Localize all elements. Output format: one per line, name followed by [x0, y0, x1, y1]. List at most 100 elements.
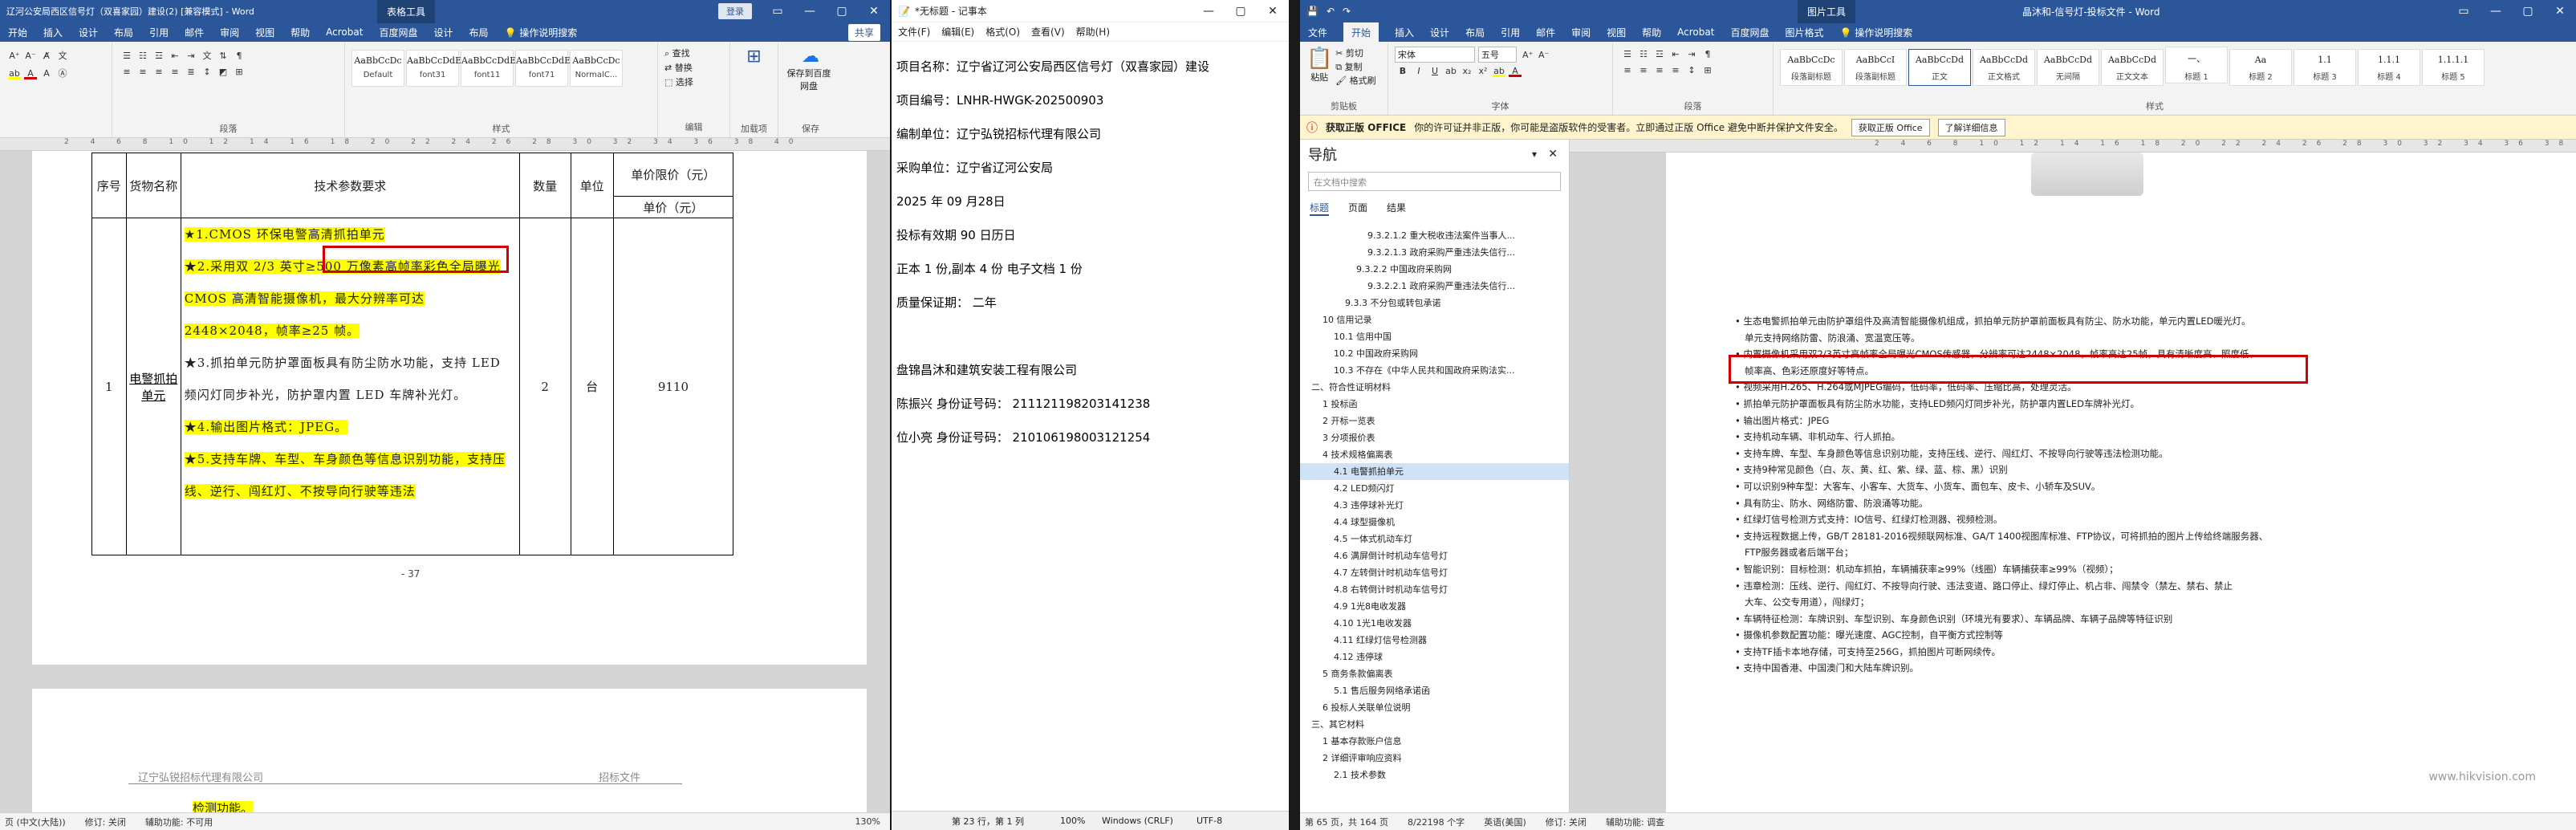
- rtab-view[interactable]: 视图: [1607, 26, 1626, 39]
- nav-heading-item[interactable]: 1 基本存款账户信息: [1300, 733, 1569, 750]
- nav-heading-item[interactable]: 2 开标一览表: [1300, 413, 1569, 429]
- nav-search-input[interactable]: 在文档中搜索: [1308, 172, 1561, 191]
- minimize-button[interactable]: —: [794, 5, 826, 18]
- nav-heading-item[interactable]: 9.3.2.1.3 政府采购严重违法失信行...: [1300, 244, 1569, 261]
- grow-font-icon[interactable]: A⁺: [1522, 50, 1534, 61]
- right-maximize-button[interactable]: ▢: [2512, 5, 2544, 18]
- multilevel-icon[interactable]: ☲: [1653, 49, 1666, 60]
- rtab-help[interactable]: 帮助: [1642, 26, 1661, 39]
- shrink-font-icon[interactable]: A⁻: [1538, 50, 1550, 61]
- nav-heading-item[interactable]: 10 信用记录: [1300, 311, 1569, 328]
- clear-format-icon[interactable]: A̸: [40, 51, 53, 62]
- shrink-font-icon[interactable]: A⁻: [24, 51, 37, 62]
- nav-heading-item[interactable]: 4.10 1光1电收发器: [1300, 615, 1569, 632]
- page-info[interactable]: 页 (中文(大陆)): [5, 816, 66, 828]
- tab-home[interactable]: 开始: [8, 26, 27, 39]
- bullets-icon[interactable]: ☰: [120, 51, 133, 62]
- undo-icon[interactable]: ↶: [1327, 6, 1335, 17]
- tab-table-design[interactable]: 设计: [433, 26, 453, 39]
- spec-table[interactable]: 序号 货物名称 技术参数要求 数量 单位 单价限价（元） 单价（元） 1 电警抓…: [91, 153, 734, 555]
- tab-baidu[interactable]: 百度网盘: [379, 26, 417, 39]
- maximize-button[interactable]: ▢: [826, 5, 858, 18]
- right-accessibility-status[interactable]: 辅助功能: 调查: [1606, 816, 1664, 828]
- notepad-maximize-button[interactable]: ▢: [1225, 5, 1257, 18]
- style-default[interactable]: AaBbCcDc Default: [351, 50, 404, 87]
- line-spacing-icon[interactable]: ↕: [201, 67, 213, 78]
- nav-tab-pages[interactable]: 页面: [1348, 201, 1367, 216]
- get-genuine-button[interactable]: 获取正版 Office: [1851, 118, 1930, 136]
- nav-heading-item[interactable]: 9.3.2.2 中国政府采购网: [1300, 261, 1569, 278]
- subscript-icon[interactable]: x₂: [1461, 66, 1473, 77]
- decrease-indent-icon[interactable]: ⇤: [1669, 49, 1682, 60]
- nav-close-icon[interactable]: ✕: [1548, 148, 1558, 161]
- center-icon[interactable]: ≡: [136, 67, 149, 78]
- font-size-select[interactable]: 五号: [1477, 47, 1517, 63]
- tab-table-layout[interactable]: 布局: [469, 26, 488, 39]
- rtab-review[interactable]: 审阅: [1571, 26, 1591, 39]
- paste-button[interactable]: 📋 粘贴: [1306, 47, 1332, 83]
- tab-insert[interactable]: 插入: [43, 26, 63, 39]
- shading-icon[interactable]: ◩: [217, 67, 230, 78]
- language-status[interactable]: 英语(美国): [1484, 816, 1526, 828]
- nav-heading-item[interactable]: 4.9 1光8电收发器: [1300, 598, 1569, 615]
- italic-icon[interactable]: I: [1412, 66, 1425, 77]
- rtab-mailings[interactable]: 邮件: [1536, 26, 1555, 39]
- sort-icon[interactable]: ⇅: [217, 51, 230, 62]
- nav-heading-item[interactable]: 4.4 球型摄像机: [1300, 514, 1569, 531]
- page-count[interactable]: 第 65 页，共 164 页: [1305, 816, 1388, 828]
- nav-heading-item[interactable]: 4.11 红绿灯信号检测器: [1300, 632, 1569, 649]
- tab-view[interactable]: 视图: [255, 26, 274, 39]
- style-gallery-item[interactable]: AaBbCcDd 正文格式: [1973, 49, 2035, 86]
- learn-more-button[interactable]: 了解详细信息: [1937, 118, 2005, 136]
- multilevel-icon[interactable]: ☲: [152, 51, 165, 62]
- notepad-minimize-button[interactable]: —: [1193, 5, 1225, 18]
- document-page-2[interactable]: 辽宁弘锐招标代理有限公司 招标文件 检测功能。: [32, 689, 867, 825]
- right-revision-status[interactable]: 修订: 关闭: [1546, 816, 1587, 828]
- accessibility-status[interactable]: 辅助功能: 不可用: [145, 816, 213, 828]
- nav-heading-item[interactable]: 9.3.3 不分包或转包承诺: [1300, 295, 1569, 311]
- style-gallery-item[interactable]: AaBbCcDd 无间隔: [2037, 49, 2099, 86]
- highlight-icon[interactable]: ab: [1493, 66, 1505, 77]
- tab-review[interactable]: 审阅: [220, 26, 239, 39]
- nav-heading-item[interactable]: 4.8 右转倒计时机动车信号灯: [1300, 581, 1569, 598]
- style-font11[interactable]: AaBbCcDdE font11: [461, 50, 516, 87]
- redo-icon[interactable]: ↷: [1343, 6, 1351, 17]
- nav-heading-item[interactable]: 三、其它材料: [1300, 716, 1569, 733]
- cut-button[interactable]: ✂ 剪切: [1335, 47, 1375, 60]
- style-gallery-item[interactable]: 1.1 标题 3: [2294, 49, 2356, 86]
- notepad-close-button[interactable]: ✕: [1257, 5, 1289, 18]
- line-spacing-icon[interactable]: ↕: [1685, 65, 1698, 76]
- right-document-area[interactable]: 2 4 6 8 10 12 14 16 18 20 22 24 26 28 30…: [1570, 140, 2576, 812]
- nav-heading-item[interactable]: 二、符合性证明材料: [1300, 379, 1569, 396]
- save-baidu-label[interactable]: 保存到百度网盘: [785, 67, 833, 92]
- nav-heading-item[interactable]: 10.3 不存在《中华人民共和国政府采购法实...: [1300, 362, 1569, 379]
- nav-heading-item[interactable]: 2 详细评审响应资料: [1300, 750, 1569, 767]
- justify-icon[interactable]: ≡: [169, 67, 181, 78]
- font-name-select[interactable]: 宋体: [1395, 47, 1475, 63]
- rtab-home[interactable]: 开始: [1343, 22, 1379, 43]
- notepad-text-area[interactable]: 项目名称：辽宁省辽河公安局西区信号灯（双喜家园）建设 项目编号：LNHR-HWGK…: [892, 42, 1289, 462]
- right-close-button[interactable]: ✕: [2544, 5, 2576, 18]
- style-gallery-item[interactable]: AaBbCcDc 段落副标题: [1780, 49, 1843, 86]
- underline-icon[interactable]: U: [1428, 66, 1441, 77]
- nav-heading-item[interactable]: 10.2 中国政府采购网: [1300, 345, 1569, 362]
- tab-mailings[interactable]: 邮件: [185, 26, 204, 39]
- nav-heading-item[interactable]: 4.7 左转倒计时机动车信号灯: [1300, 564, 1569, 581]
- tab-layout[interactable]: 布局: [114, 26, 133, 39]
- justify-icon[interactable]: ≡: [1669, 65, 1682, 76]
- rtab-design[interactable]: 设计: [1430, 26, 1449, 39]
- style-normalc[interactable]: AaBbCcDc NormalC...: [570, 50, 623, 87]
- menu-file[interactable]: 文件(F): [898, 25, 930, 39]
- tell-me-search[interactable]: 💡 操作说明搜索: [504, 26, 577, 39]
- rtab-layout[interactable]: 布局: [1465, 26, 1485, 39]
- nav-options-icon[interactable]: ▾: [1532, 149, 1537, 160]
- camera-image[interactable]: [2031, 153, 2143, 196]
- phonetic-icon[interactable]: 文: [56, 49, 69, 61]
- login-button[interactable]: 登录: [718, 3, 752, 19]
- right-horizontal-ruler[interactable]: 2 4 6 8 10 12 14 16 18 20 22 24 26 28 30…: [1570, 140, 2576, 153]
- menu-edit[interactable]: 编辑(E): [941, 25, 974, 39]
- numbering-icon[interactable]: ☷: [1637, 49, 1650, 60]
- nav-heading-item[interactable]: 10.1 信用中国: [1300, 328, 1569, 345]
- nav-tab-headings[interactable]: 标题: [1310, 201, 1330, 216]
- show-marks-icon[interactable]: ¶: [1701, 49, 1714, 60]
